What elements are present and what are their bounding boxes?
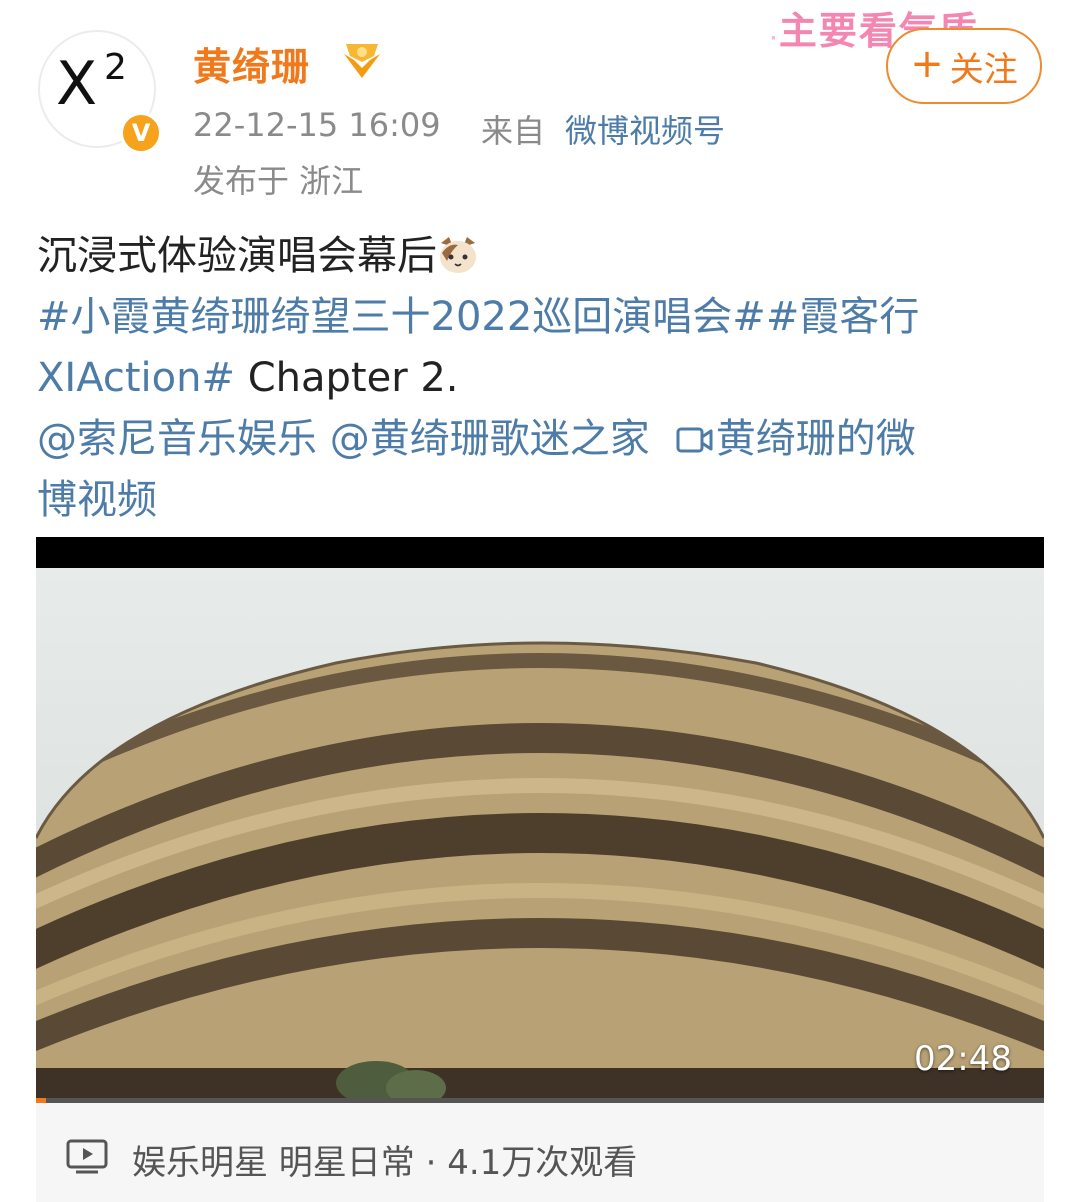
post-text: 沉浸式体验演唱会幕后 [37,233,437,279]
hashtag-link[interactable]: XIAction# [37,355,235,401]
verified-icon: V [120,112,162,154]
video-link[interactable]: 黄绮珊的微 [716,416,916,462]
post-text-line: #小霞黄绮珊绮望三十2022巡回演唱会##霞客行 [37,287,919,347]
source-link[interactable]: 微博视频号 [565,106,725,152]
follow-button[interactable]: + 关注 [886,28,1042,104]
video-thumbnail [36,568,1044,1098]
play-icon [66,1139,108,1174]
medal-badge-icon [344,44,380,78]
plus-icon: + [910,41,944,87]
video-link[interactable]: 博视频 [37,477,157,523]
mention-link[interactable]: @黄绮珊歌迷之家 [330,416,650,462]
avatar-letter: X [56,49,98,119]
post-location: 发布于 浙江 [193,162,364,200]
post-text-line: 博视频 [37,470,157,530]
hashtag-link[interactable]: #小霞黄绮珊绮望三十2022巡回演唱会# [37,294,766,340]
hashtag-link[interactable]: #霞客行 [766,294,920,340]
video-camera-icon [676,427,713,453]
post-text-line: 沉浸式体验演唱会幕后 [37,226,479,286]
username[interactable]: 黄绮珊 [193,36,310,91]
video-duration: 02:48 [914,1039,1012,1079]
post-time: 22-12-15 16:09 [193,106,441,144]
source-prefix: 来自 [481,112,546,150]
post-text-line: @索尼音乐娱乐 @黄绮珊歌迷之家 黄绮珊的微 [37,409,916,469]
follow-label: 关注 [949,49,1018,90]
video-player[interactable]: 02:48 [36,537,1044,1103]
video-tags: 娱乐明星 明星日常 · 4.1万次观看 [132,1143,638,1183]
video-info-bar[interactable]: 娱乐明星 明星日常 · 4.1万次观看 [36,1103,1044,1202]
mention-link[interactable]: @索尼音乐娱乐 [37,416,317,462]
cat-emoji-icon [440,237,476,273]
post-text: Chapter 2. [235,355,459,401]
avatar-superscript: 2 [104,47,127,88]
avatar[interactable]: X 2 V [38,30,162,154]
post-text-line: XIAction# Chapter 2. [37,348,459,408]
